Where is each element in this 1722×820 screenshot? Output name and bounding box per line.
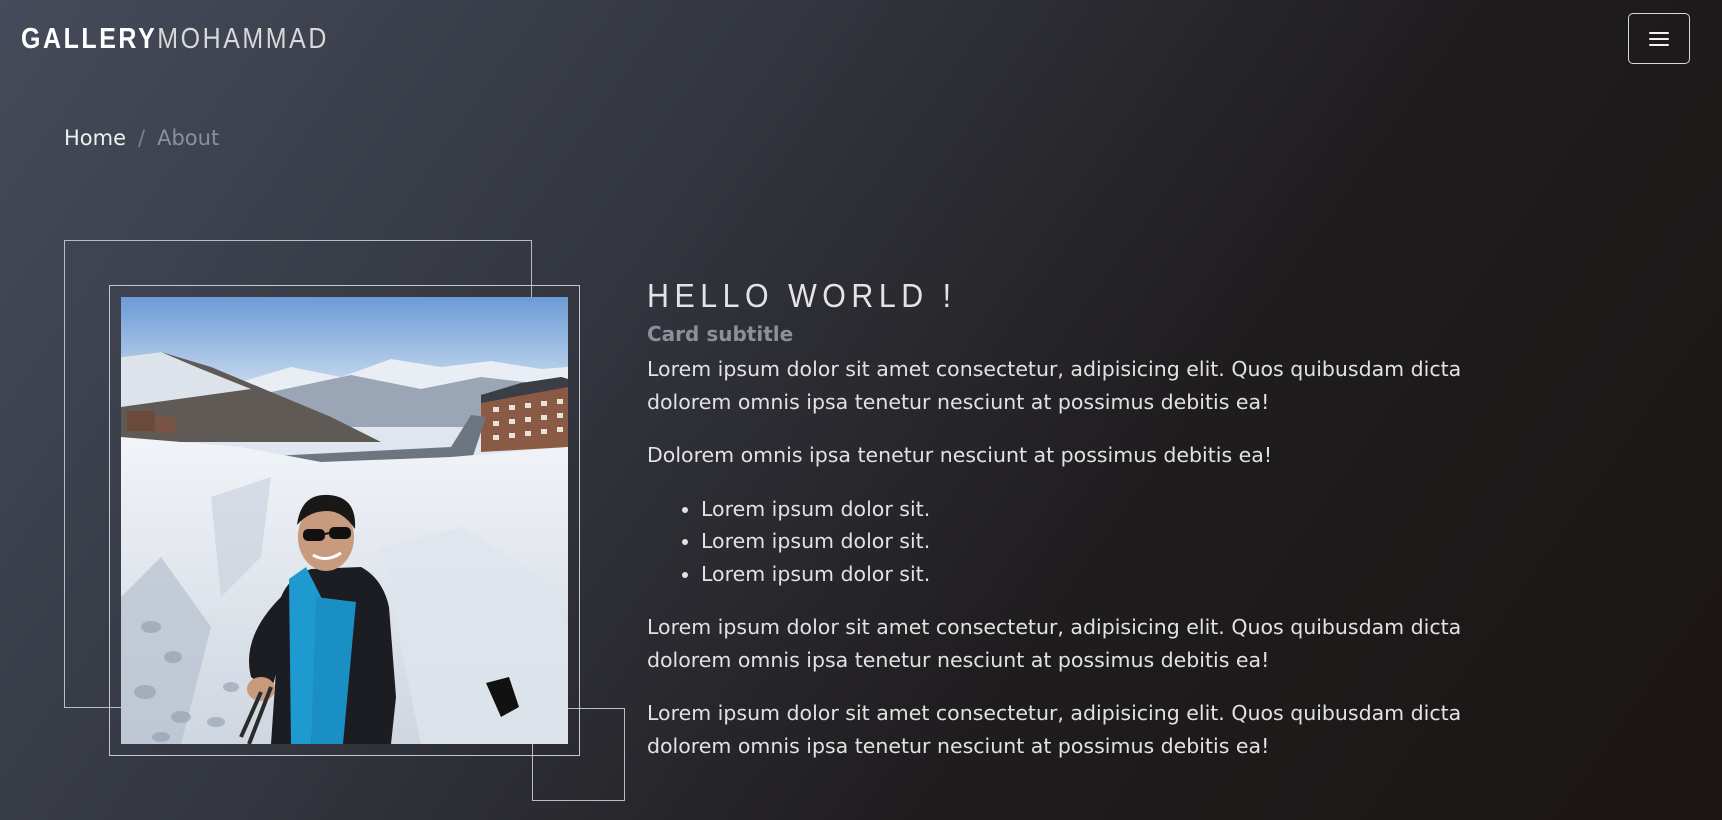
- card-title: HELLO WORLD !: [647, 277, 957, 314]
- hamburger-menu-icon: [1649, 31, 1669, 47]
- list-item: Lorem ipsum dolor sit.: [701, 525, 1527, 558]
- breadcrumb-separator: /: [138, 126, 146, 150]
- menu-toggle-button[interactable]: [1628, 13, 1690, 64]
- card-paragraph-3: Lorem ipsum dolor sit amet consectetur, …: [647, 615, 1462, 672]
- card-list: Lorem ipsum dolor sit. Lorem ipsum dolor…: [647, 493, 1527, 591]
- about-card: HELLO WORLD ! Card subtitle Lorem ipsum …: [647, 276, 1527, 762]
- list-item: Lorem ipsum dolor sit.: [701, 558, 1527, 591]
- brand-bold-text: GALLERY: [21, 23, 158, 55]
- card-paragraph-1: Lorem ipsum dolor sit amet consectetur, …: [647, 357, 1462, 414]
- brand-light-text: MOHAMMAD: [157, 23, 329, 55]
- breadcrumb-current: About: [157, 126, 220, 150]
- card-paragraph-4: Lorem ipsum dolor sit amet consectetur, …: [647, 701, 1462, 758]
- card-subtitle: Card subtitle: [647, 322, 794, 346]
- profile-photo: [121, 297, 568, 744]
- list-item: Lorem ipsum dolor sit.: [701, 493, 1527, 526]
- breadcrumb: Home / About: [64, 126, 219, 150]
- breadcrumb-home-link[interactable]: Home: [64, 126, 126, 150]
- brand-logo[interactable]: GALLERYMOHAMMAD: [21, 20, 329, 58]
- navbar: GALLERYMOHAMMAD: [0, 0, 1722, 78]
- card-paragraph-2: Dolorem omnis ipsa tenetur nesciunt at p…: [647, 443, 1273, 467]
